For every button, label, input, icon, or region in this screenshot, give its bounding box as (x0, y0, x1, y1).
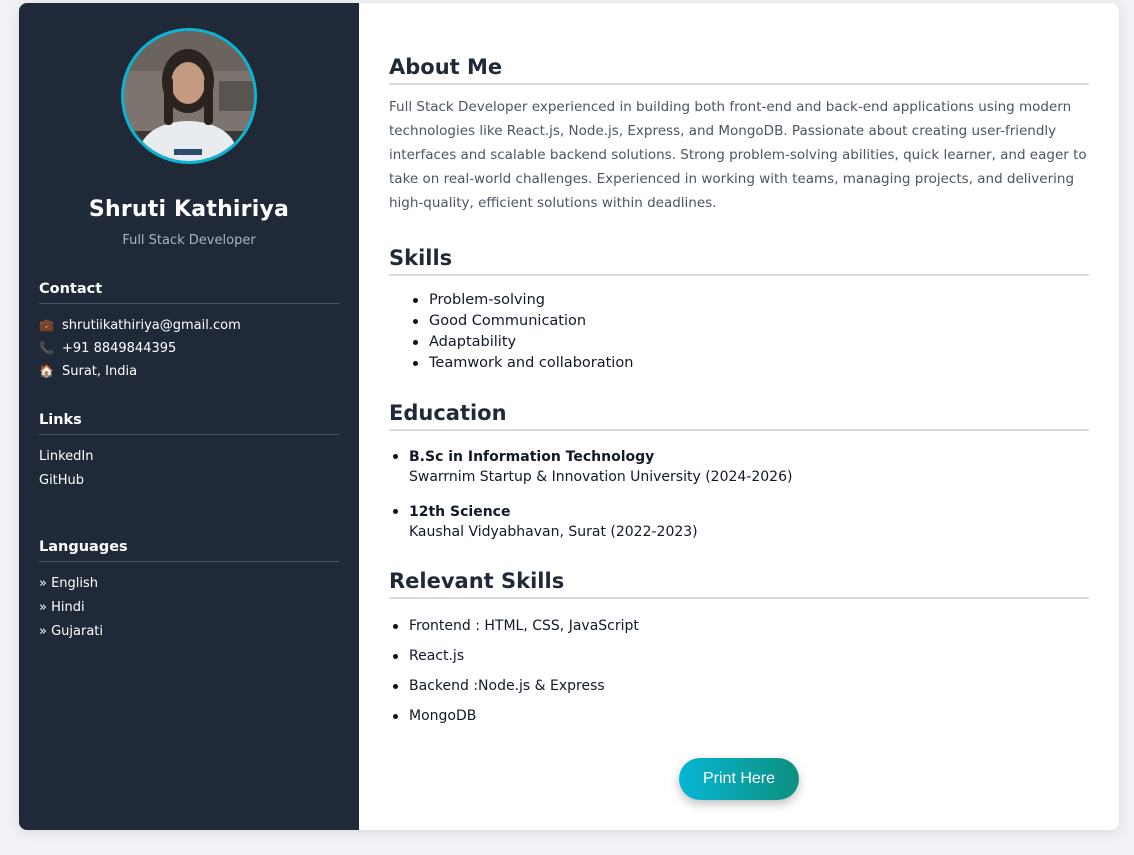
profile-role: Full Stack Developer (122, 233, 256, 248)
home-icon: 🏠 (39, 364, 54, 378)
language-item: » Gujarati (39, 624, 103, 639)
relevant-skills-title: Relevant Skills (389, 569, 1089, 599)
education-item: B.Sc in Information Technology Swarrnim … (389, 447, 1089, 487)
link-github[interactable]: GitHub (39, 469, 339, 493)
languages-section: Languages » English » Hindi » Gujarati (39, 539, 339, 644)
education-degree: B.Sc in Information Technology (409, 449, 655, 465)
education-detail: Swarrnim Startup & Innovation University… (409, 469, 793, 485)
contact-location: 🏠 Surat, India (39, 360, 339, 383)
phone-icon: 📞 (39, 341, 54, 355)
language-item: » Hindi (39, 600, 85, 615)
relevant-skill-item: Frontend : HTML, CSS, JavaScript (389, 611, 1089, 641)
skill-item: Good Communication (389, 311, 1089, 332)
skill-item: Problem-solving (389, 290, 1089, 311)
resume-card: Shruti Kathiriya Full Stack Developer Co… (19, 3, 1119, 830)
skills-section: Skills Problem-solving Good Communicatio… (389, 246, 1089, 374)
language-item: » English (39, 576, 99, 591)
education-section: Education B.Sc in Information Technology… (389, 401, 1089, 542)
contact-section: Contact 💼 shrutiikathiriya@gmail.com 📞 +… (39, 281, 339, 383)
print-button[interactable]: Print Here (679, 758, 799, 800)
about-title: About Me (389, 55, 1089, 85)
contact-email-text: shrutiikathiriya@gmail.com (62, 318, 241, 333)
education-degree: 12th Science (409, 504, 511, 520)
about-text: Full Stack Developer experienced in buil… (389, 99, 1087, 211)
relevant-skills-section: Relevant Skills Frontend : HTML, CSS, Ja… (389, 569, 1089, 731)
links-heading: Links (39, 412, 339, 435)
relevant-skill-item: MongoDB (389, 701, 1089, 731)
relevant-skills-list: Frontend : HTML, CSS, JavaScript React.j… (389, 611, 1089, 731)
education-detail: Kaushal Vidyabhavan, Surat (2022-2023) (409, 524, 698, 540)
education-title: Education (389, 401, 1089, 431)
link-linkedin[interactable]: LinkedIn (39, 445, 339, 469)
relevant-skill-item: Backend :Node.js & Express (389, 671, 1089, 701)
contact-email[interactable]: 💼 shrutiikathiriya@gmail.com (39, 314, 339, 337)
skills-title: Skills (389, 246, 1089, 276)
about-section: About Me Full Stack Developer experience… (389, 55, 1089, 215)
avatar (121, 28, 257, 164)
contact-location-text: Surat, India (62, 364, 138, 379)
skill-item: Teamwork and collaboration (389, 353, 1089, 374)
languages-heading: Languages (39, 539, 339, 562)
contact-phone-text: +91 8849844395 (62, 341, 177, 356)
sidebar: Shruti Kathiriya Full Stack Developer Co… (19, 3, 359, 830)
briefcase-icon: 💼 (39, 318, 54, 332)
main-content: About Me Full Stack Developer experience… (359, 3, 1119, 830)
links-section: Links LinkedIn GitHub (39, 412, 339, 493)
skill-item: Adaptability (389, 332, 1089, 353)
contact-phone[interactable]: 📞 +91 8849844395 (39, 337, 339, 360)
skills-list: Problem-solving Good Communication Adapt… (389, 290, 1089, 374)
profile-photo (124, 31, 254, 161)
education-item: 12th Science Kaushal Vidyabhavan, Surat … (389, 502, 1089, 542)
profile-name: Shruti Kathiriya (88, 197, 290, 222)
relevant-skill-item: React.js (389, 641, 1089, 671)
contact-heading: Contact (39, 281, 339, 304)
